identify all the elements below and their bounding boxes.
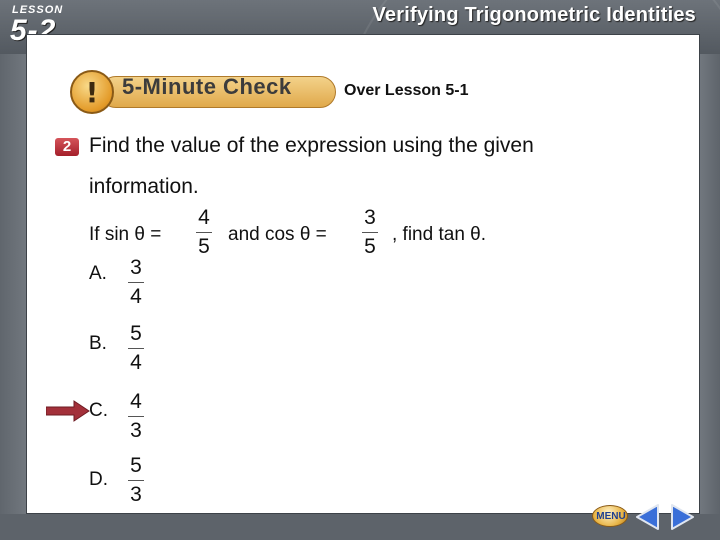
given-prefix: If sin θ = bbox=[89, 224, 161, 246]
option-b-numerator: 5 bbox=[130, 322, 142, 345]
exclamation-icon: ! bbox=[85, 76, 99, 109]
menu-label: MENU bbox=[596, 511, 626, 522]
option-c-label[interactable]: C. bbox=[89, 400, 108, 422]
next-slide-icon[interactable] bbox=[668, 503, 696, 531]
menu-button[interactable]: MENU bbox=[592, 505, 628, 527]
check-label: 5-Minute Check bbox=[122, 74, 292, 99]
cos-fraction: 3 5 bbox=[362, 206, 378, 259]
option-a-fraction[interactable]: 3 4 bbox=[128, 256, 144, 309]
fraction-bar bbox=[362, 232, 378, 233]
question-line-2: information. bbox=[89, 175, 199, 198]
clock-icon: ! bbox=[70, 70, 114, 114]
selected-answer-arrow-icon bbox=[46, 400, 90, 422]
fraction-bar bbox=[128, 480, 144, 481]
question-line-1: Find the value of the expression using t… bbox=[89, 134, 534, 157]
given-suffix-text: , find tan θ. bbox=[392, 224, 487, 245]
page-title: Verifying Trigonometric Identities bbox=[372, 4, 696, 26]
five-minute-check-banner: 5-Minute Check ! bbox=[70, 70, 340, 114]
sin-fraction: 4 5 bbox=[196, 206, 212, 259]
option-c-numerator: 4 bbox=[130, 390, 142, 413]
fraction-bar bbox=[128, 282, 144, 283]
given-middle: and cos θ = bbox=[228, 224, 327, 246]
given-suffix: , find tan θ. bbox=[392, 224, 486, 246]
option-d-fraction[interactable]: 5 3 bbox=[128, 454, 144, 507]
option-a-numerator: 3 bbox=[130, 256, 142, 279]
given-prefix-text: If sin θ = bbox=[89, 224, 162, 245]
option-d-label[interactable]: D. bbox=[89, 469, 108, 491]
sin-denominator: 5 bbox=[198, 235, 210, 258]
option-d-denominator: 3 bbox=[130, 483, 142, 506]
over-lesson-label: Over Lesson 5-1 bbox=[344, 82, 469, 99]
sin-numerator: 4 bbox=[198, 206, 210, 229]
option-b-denominator: 4 bbox=[130, 351, 142, 374]
option-c-fraction[interactable]: 4 3 bbox=[128, 390, 144, 443]
given-middle-text: and cos θ = bbox=[228, 224, 327, 245]
option-b-fraction[interactable]: 5 4 bbox=[128, 322, 144, 375]
option-c-denominator: 3 bbox=[130, 419, 142, 442]
fraction-bar bbox=[128, 348, 144, 349]
cos-denominator: 5 bbox=[364, 235, 376, 258]
left-frame bbox=[0, 54, 26, 540]
fraction-bar bbox=[128, 416, 144, 417]
option-d-numerator: 5 bbox=[130, 454, 142, 477]
option-a-label[interactable]: A. bbox=[89, 263, 107, 285]
question-number-badge: 2 bbox=[55, 138, 79, 156]
fraction-bar bbox=[196, 232, 212, 233]
previous-slide-icon[interactable] bbox=[634, 503, 662, 531]
right-frame bbox=[700, 54, 720, 540]
cos-numerator: 3 bbox=[364, 206, 376, 229]
option-b-label[interactable]: B. bbox=[89, 333, 107, 355]
option-a-denominator: 4 bbox=[130, 285, 142, 308]
